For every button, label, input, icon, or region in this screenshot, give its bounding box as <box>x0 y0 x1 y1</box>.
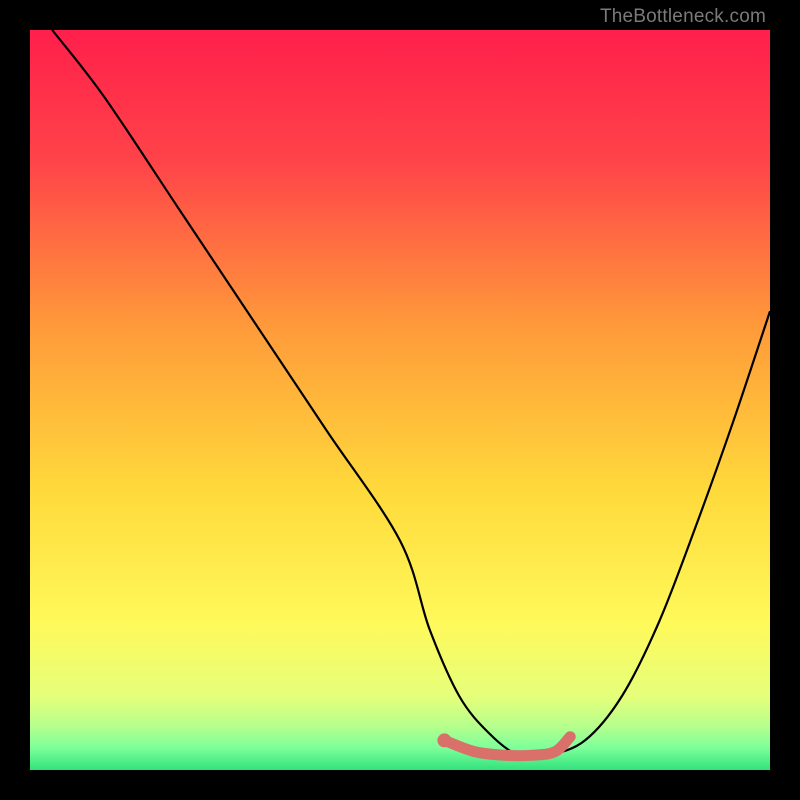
curve-layer <box>30 30 770 770</box>
chart-frame: TheBottleneck.com <box>0 0 800 800</box>
plot-area <box>30 30 770 770</box>
highlight-segment <box>444 737 570 756</box>
watermark-text: TheBottleneck.com <box>600 6 766 28</box>
bottleneck-curve <box>52 30 770 758</box>
highlight-dot <box>437 733 451 747</box>
